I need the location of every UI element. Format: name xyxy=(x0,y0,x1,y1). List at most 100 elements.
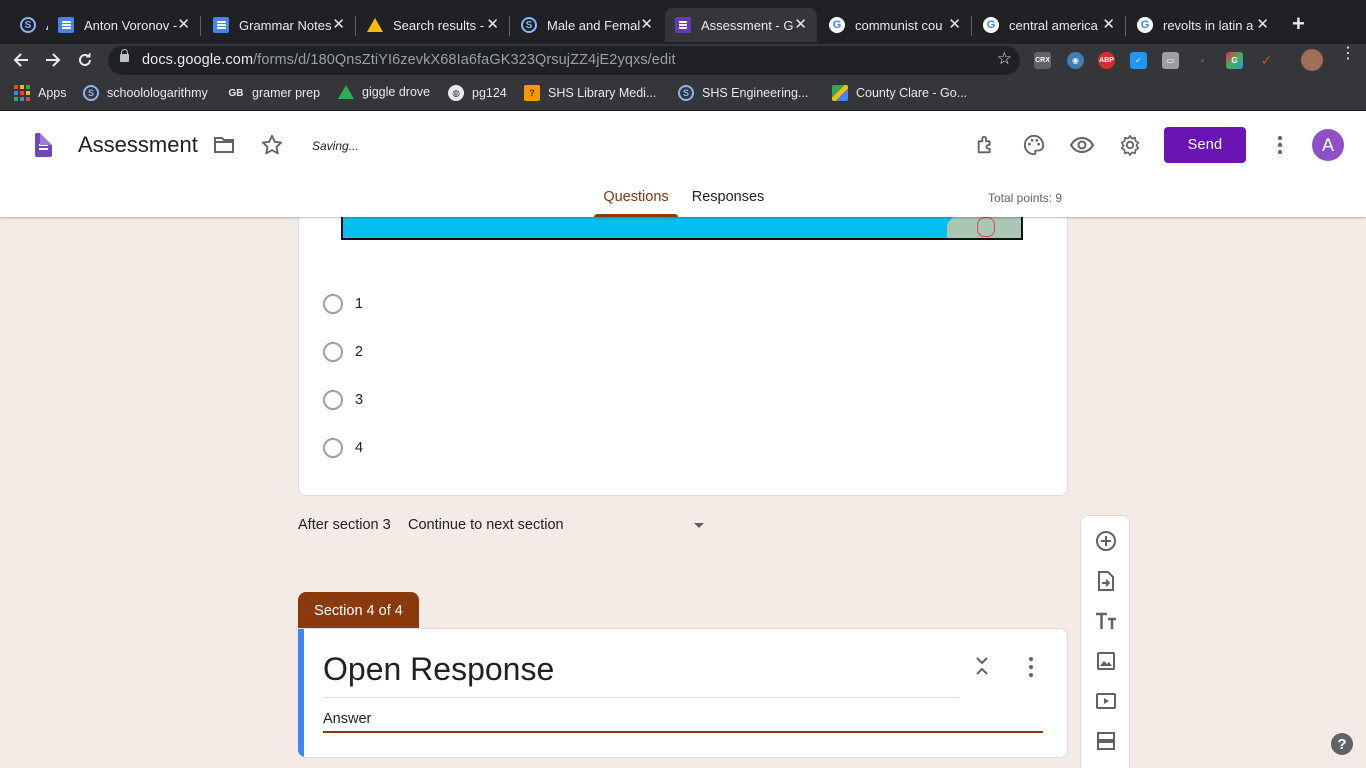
after-section-label: After section 3 xyxy=(298,517,391,533)
close-icon[interactable]: ✕ xyxy=(177,17,190,33)
bookmark-item[interactable]: giggle drove xyxy=(338,85,430,99)
radio-option[interactable]: 3 xyxy=(323,390,363,410)
import-questions-icon[interactable] xyxy=(1094,569,1118,593)
profile-avatar[interactable] xyxy=(1301,49,1323,71)
browser-tab[interactable]: G revolts in latin a ✕ xyxy=(1127,8,1279,42)
google-drive-icon xyxy=(338,85,354,99)
question-card[interactable]: 1 2 3 4 xyxy=(298,200,1068,496)
tab-title: revolts in latin a xyxy=(1163,17,1254,33)
google-forms-logo-icon[interactable] xyxy=(35,133,52,157)
add-section-icon[interactable] xyxy=(1094,729,1118,753)
bookmark-label: gramer prep xyxy=(252,86,321,100)
color-extension-icon[interactable]: G xyxy=(1226,52,1243,69)
add-video-icon[interactable] xyxy=(1094,689,1118,713)
browser-tab[interactable]: Anton Voronov - ✕ xyxy=(48,8,201,42)
section-navigation-select[interactable]: Continue to next section xyxy=(408,517,708,533)
add-question-icon[interactable] xyxy=(1094,529,1118,553)
radio-circle[interactable] xyxy=(323,294,343,314)
help-icon[interactable]: ? xyxy=(1331,733,1353,755)
radio-circle[interactable] xyxy=(323,342,343,362)
apps-grid-icon xyxy=(14,85,30,101)
red-extension-icon[interactable]: ✓ xyxy=(1258,52,1275,69)
chrome-menu-icon[interactable]: ⋮ xyxy=(1340,46,1356,62)
schoology-icon: S xyxy=(83,85,99,101)
section-title[interactable]: Open Response xyxy=(323,651,554,688)
section-focus-bar xyxy=(298,629,304,757)
browser-tab[interactable]: G communist cou ✕ xyxy=(819,8,972,42)
tab-title: communist cou xyxy=(855,17,943,33)
google-forms-icon xyxy=(675,17,691,33)
close-icon[interactable]: ✕ xyxy=(794,17,807,33)
palette-icon[interactable] xyxy=(1022,133,1046,157)
close-icon[interactable]: ✕ xyxy=(948,17,961,33)
bookmark-item[interactable]: S SHS Engineering... xyxy=(678,85,808,101)
add-image-icon[interactable] xyxy=(1094,649,1118,673)
settings-gear-icon[interactable] xyxy=(1118,133,1142,157)
tab-responses[interactable]: Responses xyxy=(688,189,768,217)
crx-extension-icon[interactable]: CRX xyxy=(1034,52,1051,69)
option-label: 1 xyxy=(355,296,364,312)
browser-tab[interactable]: G central america ✕ xyxy=(973,8,1126,42)
back-icon[interactable] xyxy=(10,49,32,71)
adblock-extension-icon[interactable]: ABP xyxy=(1098,52,1115,69)
address-bar[interactable]: docs.google.com/forms/d/180QnsZtiYI6zevk… xyxy=(108,46,1020,75)
radio-circle[interactable] xyxy=(323,438,343,458)
close-icon[interactable]: ✕ xyxy=(1256,17,1269,33)
bookmark-item[interactable]: GB gramer prep xyxy=(228,85,321,101)
radio-option[interactable]: 2 xyxy=(323,342,363,362)
radio-circle[interactable] xyxy=(323,390,343,410)
forward-icon[interactable] xyxy=(42,49,64,71)
browser-tab[interactable]: S Male and Femal ✕ xyxy=(511,8,663,42)
close-icon[interactable]: ✕ xyxy=(1102,17,1115,33)
bookmark-label: pg124 xyxy=(472,86,507,100)
bookmark-star-icon[interactable]: ☆ xyxy=(997,49,1012,69)
browser-toolbar: docs.google.com/forms/d/180QnsZtiYI6zevk… xyxy=(0,44,1366,77)
radio-option[interactable]: 4 xyxy=(323,438,363,458)
browser-tab[interactable]: Grammar Notes ✕ xyxy=(203,8,356,42)
floating-toolbar xyxy=(1080,515,1130,768)
bookmark-item[interactable]: ? SHS Library Medi... xyxy=(524,85,656,101)
form-title[interactable]: Assessment xyxy=(78,132,198,158)
extension-label: ABP xyxy=(1099,57,1114,64)
new-tab-button[interactable]: + xyxy=(1292,12,1305,36)
reload-icon[interactable] xyxy=(74,49,96,71)
send-button[interactable]: Send xyxy=(1164,127,1246,163)
section-card[interactable]: Open Response Answer xyxy=(298,628,1068,758)
bookmarks-bar: Apps S schoolologarithmy GB gramer prep … xyxy=(0,77,1366,111)
more-options-icon[interactable] xyxy=(1272,133,1288,157)
add-ons-icon[interactable] xyxy=(974,133,998,157)
dropdown-arrow-icon xyxy=(694,523,704,528)
total-points: Total points: 9 xyxy=(988,191,1063,205)
check-extension-icon[interactable]: ✓ xyxy=(1130,52,1147,69)
schoology-icon: S xyxy=(20,17,36,33)
answer-field[interactable]: Answer xyxy=(323,709,1043,733)
bookmark-item[interactable]: ◍ pg124 xyxy=(448,85,507,101)
radio-option[interactable]: 1 xyxy=(323,294,363,314)
more-options-icon[interactable] xyxy=(1028,657,1034,677)
preview-eye-icon[interactable] xyxy=(1070,133,1094,157)
extension-icon[interactable]: ● xyxy=(1194,52,1211,69)
owl-extension-icon[interactable]: ◉ xyxy=(1067,52,1084,69)
browser-tab[interactable]: Search results - ✕ xyxy=(357,8,510,42)
bookmark-label: County Clare - Go... xyxy=(856,86,968,100)
bookmark-item[interactable]: County Clare - Go... xyxy=(832,85,967,101)
browser-tab-active[interactable]: Assessment - G ✕ xyxy=(665,8,817,42)
google-docs-icon xyxy=(58,17,74,33)
google-icon: G xyxy=(829,17,845,33)
star-icon[interactable] xyxy=(260,133,284,157)
account-avatar[interactable]: A xyxy=(1312,129,1344,161)
add-title-icon[interactable] xyxy=(1094,609,1118,633)
bookmark-label: Apps xyxy=(38,86,67,100)
bookmark-apps[interactable]: Apps xyxy=(14,85,67,101)
gb-icon: GB xyxy=(228,87,244,99)
close-icon[interactable]: ✕ xyxy=(332,17,345,33)
tab-title: Anton Voronov - xyxy=(84,17,178,33)
bookmark-item[interactable]: S schoolologarithmy xyxy=(83,85,208,101)
collapse-icon[interactable] xyxy=(974,655,990,677)
bookmark-label: SHS Engineering... xyxy=(702,86,809,100)
tab-questions[interactable]: Questions xyxy=(594,189,678,217)
close-icon[interactable]: ✕ xyxy=(486,17,499,33)
close-icon[interactable]: ✕ xyxy=(640,17,653,33)
briefcase-extension-icon[interactable]: ▭ xyxy=(1162,52,1179,69)
folder-icon[interactable] xyxy=(212,133,236,157)
